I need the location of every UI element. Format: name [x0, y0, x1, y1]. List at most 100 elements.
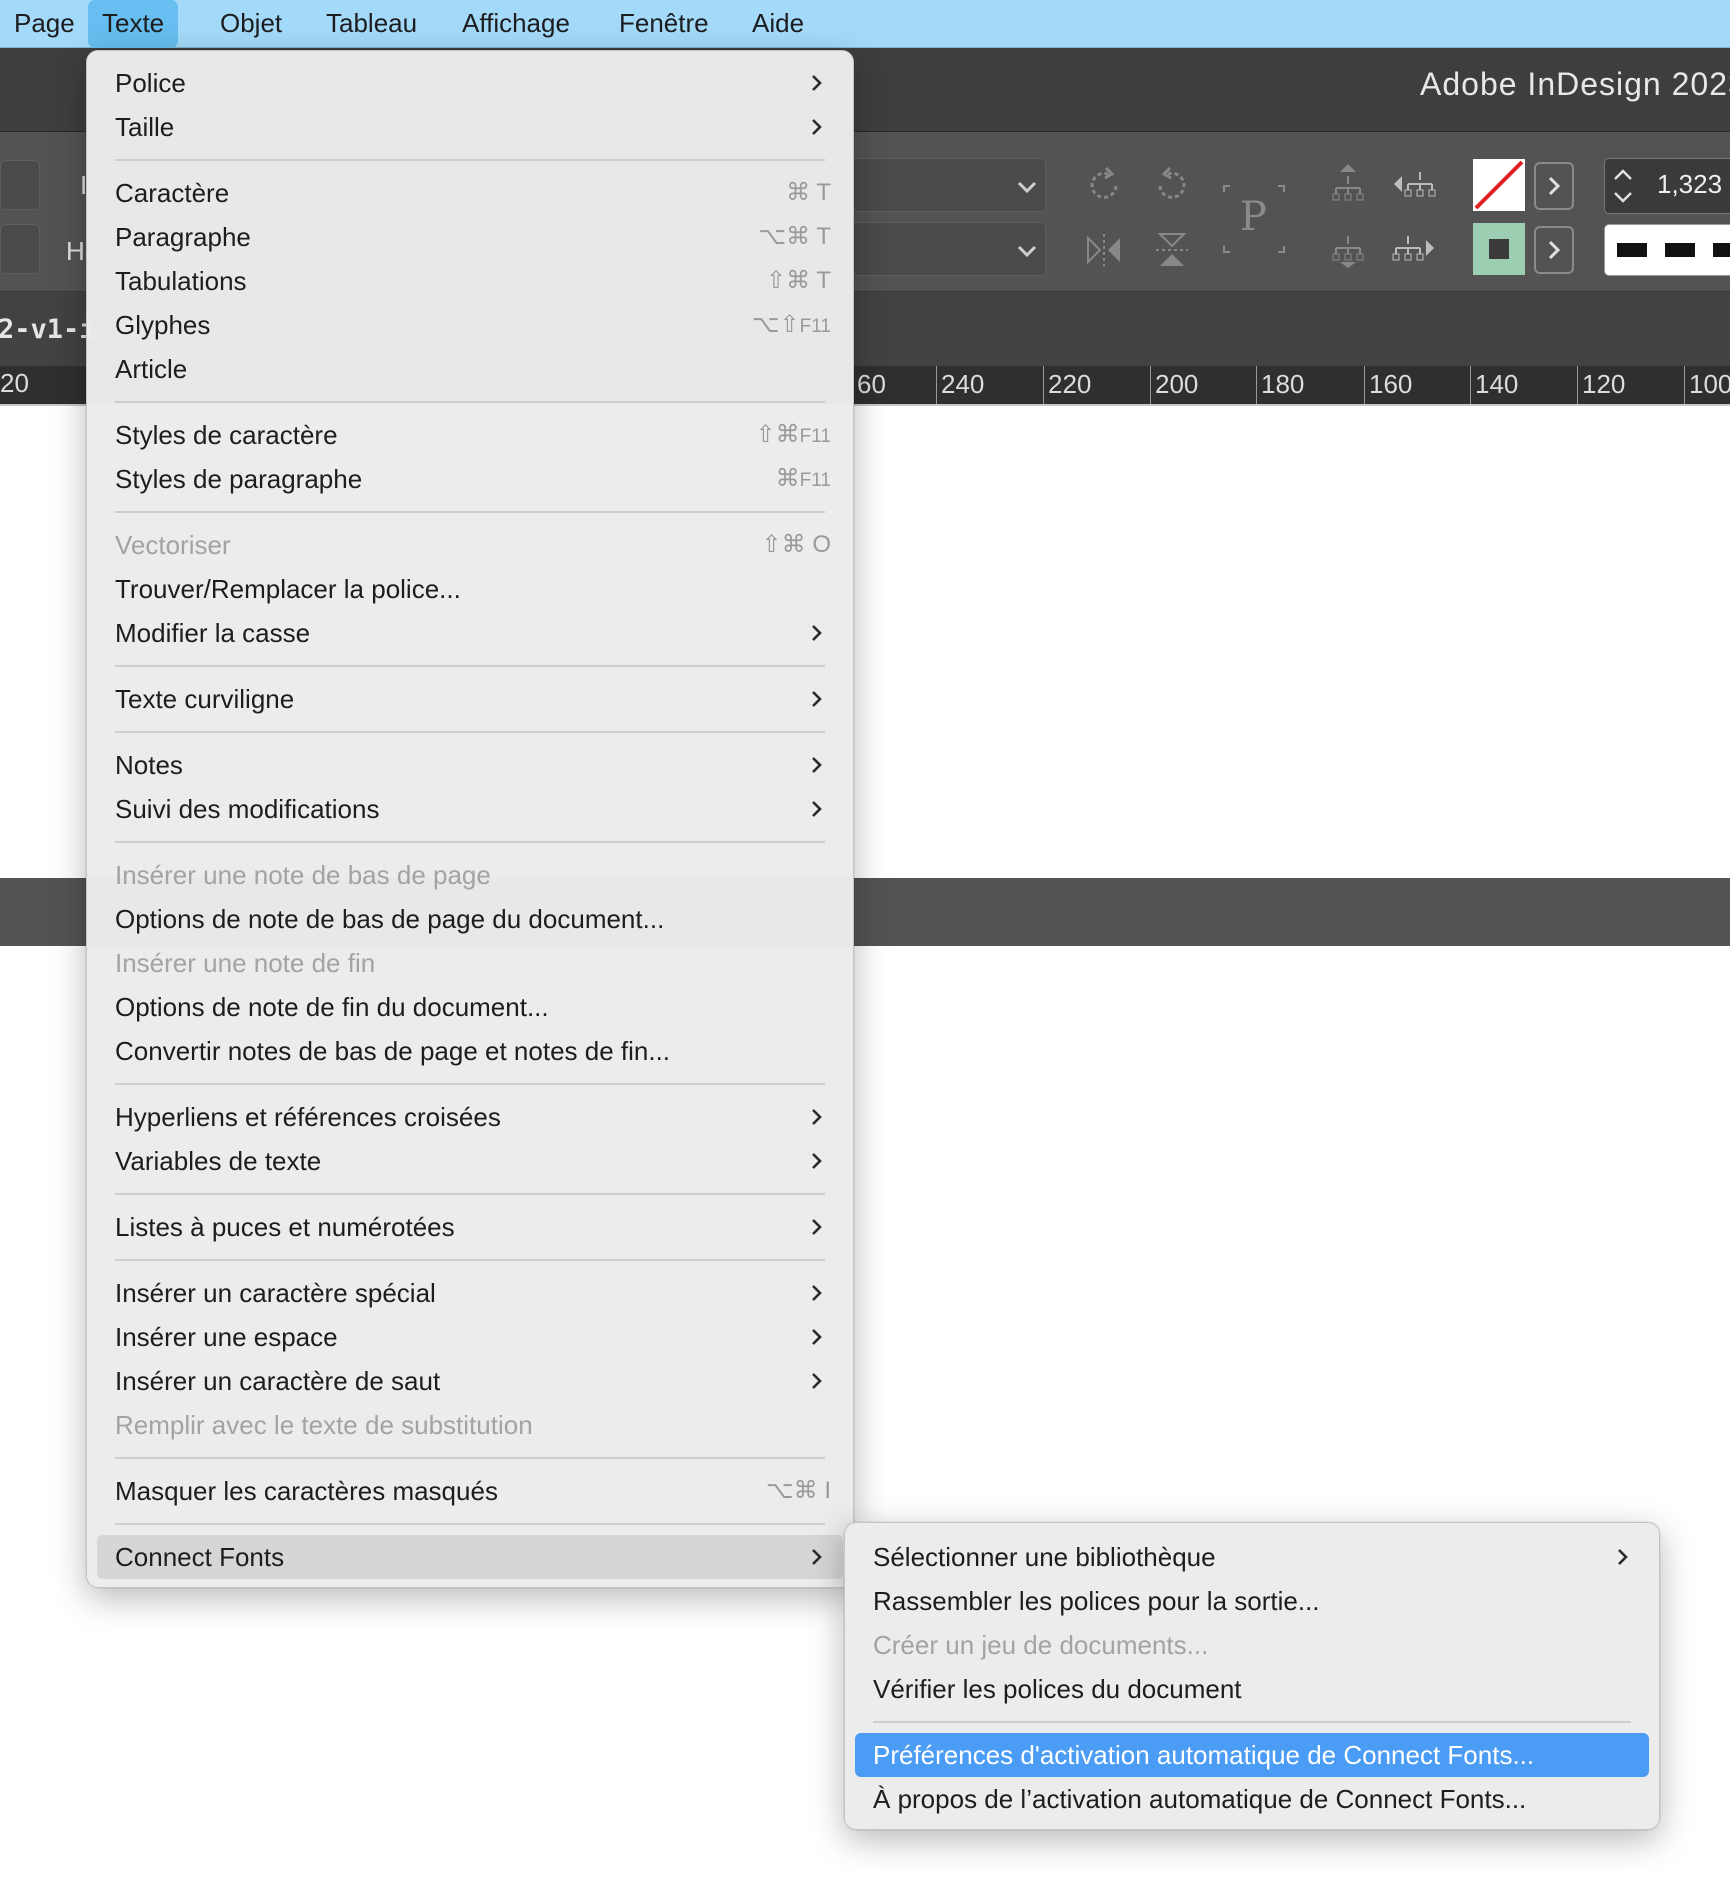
menu-item-taille[interactable]: Taille: [97, 105, 843, 149]
menu-item-label: Créer un jeu de documents...: [873, 1630, 1209, 1660]
menu-item-masquer-caracteres[interactable]: Masquer les caractères masqués ⌥⌘ I: [97, 1469, 843, 1513]
shortcut-key: F11: [799, 426, 831, 447]
chevron-right-icon: [1548, 176, 1561, 196]
menu-bar: Page Texte Objet Tableau Affichage Fenêt…: [0, 0, 1730, 48]
submenu-item-a-propos-activation[interactable]: À propos de l’activation automatique de …: [855, 1777, 1649, 1821]
flip-vertical-icon[interactable]: [1148, 226, 1196, 274]
menu-item-caractere-saut[interactable]: Insérer un caractère de saut: [97, 1359, 843, 1403]
menu-item-article[interactable]: Article: [97, 347, 843, 391]
document-tab[interactable]: 2-v1-i: [0, 314, 96, 345]
submenu-item-preferences-activation[interactable]: Préférences d'activation automatique de …: [855, 1733, 1649, 1777]
menu-item-caractere[interactable]: Caractère ⌘ T: [97, 171, 843, 215]
menu-item-suivi-modifications[interactable]: Suivi des modifications: [97, 787, 843, 831]
stroke-type-select[interactable]: [1604, 224, 1730, 276]
submenu-item-rassembler-polices[interactable]: Rassembler les polices pour la sortie...: [855, 1579, 1649, 1623]
submenu-item-selectionner-bibliotheque[interactable]: Sélectionner une bibliothèque: [855, 1535, 1649, 1579]
menubar-fenetre[interactable]: Fenêtre: [605, 0, 723, 48]
shortcut-key: F11: [799, 470, 831, 491]
menu-item-label: Article: [115, 354, 188, 384]
menu-item-vectoriser: Vectoriser ⇧⌘ O: [97, 523, 843, 567]
menu-item-inserer-espace[interactable]: Insérer une espace: [97, 1315, 843, 1359]
chevron-right-icon: [1548, 240, 1561, 260]
menubar-affichage[interactable]: Affichage: [448, 0, 584, 48]
flip-horizontal-icon[interactable]: [1080, 226, 1128, 274]
menu-separator: [115, 1193, 825, 1195]
chevron-right-icon: [812, 1219, 822, 1235]
menu-item-connect-fonts[interactable]: Connect Fonts: [97, 1535, 843, 1579]
chevron-right-icon: [812, 1329, 822, 1345]
menu-item-label: Variables de texte: [115, 1146, 322, 1176]
stepper-icon[interactable]: [1609, 161, 1637, 211]
menu-item-styles-paragraphe[interactable]: Styles de paragraphe ⌘F11: [97, 457, 843, 501]
control-field-left-1[interactable]: [0, 160, 40, 210]
menu-item-inserer-note-fin: Insérer une note de fin: [97, 941, 843, 985]
reference-point-p-icon[interactable]: P: [1222, 184, 1286, 254]
stroke-dash-pattern-icon: [1617, 243, 1730, 257]
menu-item-label: Texte curviligne: [115, 684, 295, 714]
select-content-icon[interactable]: [1324, 224, 1372, 272]
select-next-object-icon[interactable]: [1390, 224, 1438, 272]
chevron-right-icon: [812, 119, 822, 135]
menu-item-texte-curviligne[interactable]: Texte curviligne: [97, 677, 843, 721]
menu-item-label: Options de note de fin du document...: [115, 992, 549, 1022]
stroke-swatch-icon[interactable]: [1472, 222, 1526, 276]
control-field-left-2[interactable]: [0, 224, 40, 274]
chevron-right-icon: [1618, 1549, 1628, 1565]
menu-item-paragraphe[interactable]: Paragraphe ⌥⌘ T: [97, 215, 843, 259]
menubar-objet[interactable]: Objet: [206, 0, 296, 48]
menu-item-options-note-fin[interactable]: Options de note de fin du document...: [97, 985, 843, 1029]
menu-item-hyperliens[interactable]: Hyperliens et références croisées: [97, 1095, 843, 1139]
menu-item-label: Options de note de bas de page du docume…: [115, 904, 665, 934]
menu-item-variables-texte[interactable]: Variables de texte: [97, 1139, 843, 1183]
menu-item-modifier-casse[interactable]: Modifier la casse: [97, 611, 843, 655]
menu-item-notes[interactable]: Notes: [97, 743, 843, 787]
menubar-page[interactable]: Page: [0, 0, 89, 48]
fill-none-swatch-icon[interactable]: [1472, 158, 1526, 212]
menu-item-styles-caractere[interactable]: Styles de caractère ⇧⌘F11: [97, 413, 843, 457]
fill-swatch-menu-button[interactable]: [1534, 162, 1574, 210]
menu-item-label: Styles de paragraphe: [115, 464, 363, 494]
rotate-clockwise-icon[interactable]: [1080, 162, 1128, 210]
menu-item-label: Suivi des modifications: [115, 794, 380, 824]
stroke-weight-field[interactable]: 1,323: [1604, 158, 1730, 214]
ruler-label: 100: [1684, 366, 1730, 404]
ruler-label: 140: [1470, 366, 1518, 404]
menu-item-label: Convertir notes de bas de page et notes …: [115, 1036, 671, 1066]
menu-item-listes-puces[interactable]: Listes à puces et numérotées: [97, 1205, 843, 1249]
ruler-label: 180: [1256, 366, 1304, 404]
menu-separator: [115, 1259, 825, 1261]
menubar-texte[interactable]: Texte: [88, 0, 179, 48]
menu-item-shortcut: ⌥⌘ T: [758, 223, 831, 250]
menu-item-label: Insérer une note de fin: [115, 948, 376, 978]
menu-item-shortcut: ⌥⇧F11: [752, 303, 831, 349]
menu-item-label: Insérer un caractère de saut: [115, 1366, 441, 1396]
ruler-label: 120: [1577, 366, 1625, 404]
rotate-counterclockwise-icon[interactable]: [1148, 162, 1196, 210]
menu-item-trouver-remplacer-police[interactable]: Trouver/Remplacer la police...: [97, 567, 843, 611]
stroke-swatch-menu-button[interactable]: [1534, 226, 1574, 274]
submenu-item-verifier-polices[interactable]: Vérifier les polices du document: [855, 1667, 1649, 1711]
menu-separator: [115, 665, 825, 667]
menu-item-tabulations[interactable]: Tabulations ⇧⌘ T: [97, 259, 843, 303]
menubar-tableau[interactable]: Tableau: [312, 0, 431, 48]
select-container-icon[interactable]: [1324, 160, 1372, 208]
menubar-aide[interactable]: Aide: [738, 0, 818, 48]
menu-item-options-note-bas-page[interactable]: Options de note de bas de page du docume…: [97, 897, 843, 941]
menu-item-label: Vectoriser: [115, 530, 231, 560]
menu-item-caractere-special[interactable]: Insérer un caractère spécial: [97, 1271, 843, 1315]
app-title: Adobe InDesign 2023: [1420, 66, 1730, 102]
menu-item-label: Masquer les caractères masqués: [115, 1476, 498, 1506]
reference-select-2[interactable]: [852, 222, 1046, 276]
shortcut-modifiers: ⌥⇧: [751, 311, 800, 338]
menu-item-glyphes[interactable]: Glyphes ⌥⇧F11: [97, 303, 843, 347]
reference-select-1[interactable]: [852, 158, 1046, 212]
ruler-label: 240: [936, 366, 984, 404]
menu-item-label: Hyperliens et références croisées: [115, 1102, 501, 1132]
menu-item-label: Notes: [115, 750, 183, 780]
select-previous-object-icon[interactable]: [1390, 160, 1438, 208]
menu-item-convertir-notes[interactable]: Convertir notes de bas de page et notes …: [97, 1029, 843, 1073]
connect-fonts-submenu: Sélectionner une bibliothèque Rassembler…: [844, 1522, 1660, 1830]
shortcut-modifiers: ⌘: [775, 465, 800, 492]
menu-item-police[interactable]: Police: [97, 61, 843, 105]
menu-item-label: Insérer un caractère spécial: [115, 1278, 436, 1308]
